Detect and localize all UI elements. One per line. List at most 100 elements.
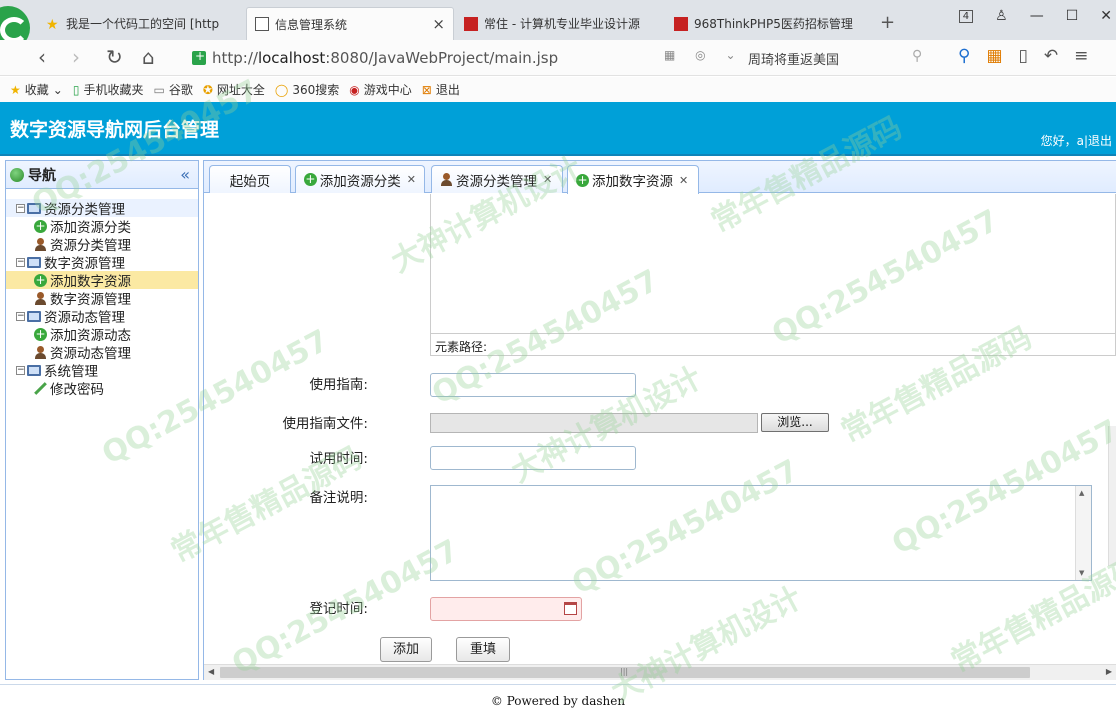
tab-home[interactable]: 起始页: [209, 165, 291, 193]
search-icon[interactable]: ⚲: [912, 48, 922, 64]
trial-time-input[interactable]: [430, 446, 636, 470]
textarea-scrollbar[interactable]: ▲ ▼: [1075, 486, 1091, 580]
phone-icon[interactable]: ▯: [1019, 46, 1028, 66]
reg-time-label: 登记时间:: [309, 601, 368, 617]
star-icon: ★: [46, 16, 59, 33]
maximize-icon[interactable]: ☐: [1066, 8, 1079, 24]
browser-tab-1[interactable]: ★ 我是一个代码工的空间 [http: [38, 7, 244, 40]
tree-item-add-category[interactable]: + 添加资源分类: [6, 217, 198, 236]
tree-group-category[interactable]: − 资源分类管理: [6, 199, 198, 218]
tree-group-system[interactable]: − 系统管理: [6, 361, 198, 380]
tab-add-resource[interactable]: + 添加数字资源 ✕: [567, 165, 699, 194]
close-icon[interactable]: ×: [424, 15, 445, 33]
scroll-down-icon[interactable]: ▼: [1079, 569, 1084, 577]
scroll-right-icon[interactable]: ▶: [1106, 667, 1112, 676]
qr-code-icon[interactable]: ▦ ◎ ⌄: [664, 48, 744, 62]
computer-icon: [27, 202, 41, 214]
editor-element-path: 元素路径:: [430, 334, 1116, 356]
pencil-icon: [34, 382, 47, 395]
tab-close-icon[interactable]: ✕: [543, 173, 552, 186]
add-icon: +: [304, 172, 317, 186]
tab-close-icon[interactable]: ✕: [679, 174, 688, 187]
guide-input[interactable]: [430, 373, 636, 397]
shield-icon: [192, 49, 206, 65]
tree-item-add-news[interactable]: + 添加资源动态: [6, 325, 198, 344]
user-icon: [440, 173, 453, 186]
horizontal-scrollbar[interactable]: ◀ ||| ▶: [204, 664, 1116, 680]
browser-tab-4[interactable]: 968ThinkPHP5医药招标管理: [666, 7, 872, 40]
sidebar: 导航 « − 资源分类管理 + 添加资源分类 资源分类管理 − 数字资源管理 +…: [5, 160, 199, 680]
guide-file-path[interactable]: [430, 413, 758, 433]
phone-icon: ▯: [72, 82, 80, 97]
bookmark-game-center[interactable]: ◉ 游戏中心: [349, 81, 412, 98]
tab-count-badge[interactable]: 4: [958, 9, 974, 23]
tab-manage-category[interactable]: 资源分类管理 ✕: [431, 165, 563, 193]
calendar-icon[interactable]: [564, 602, 577, 615]
add-icon: +: [576, 172, 589, 187]
address-toolbar: ‹ › ↻ ⌂ http://localhost:8080/JavaWebPro…: [0, 40, 1116, 76]
collapse-toggle-icon[interactable]: −: [16, 203, 25, 213]
reg-time-input[interactable]: [430, 597, 582, 621]
search-ring-icon: ◯: [274, 82, 289, 97]
shirt-icon[interactable]: ♙: [995, 8, 1008, 24]
browser-tab-strip: ★ 我是一个代码工的空间 [http 信息管理系统 × 常住 - 计算机专业毕业…: [0, 0, 1116, 50]
vertical-scrollbar[interactable]: [1108, 426, 1116, 566]
main-panel: 起始页 + 添加资源分类 ✕ 资源分类管理 ✕ + 添加数字资源 ✕ 元素路径:…: [203, 160, 1116, 680]
add-icon: +: [34, 218, 47, 233]
tree-item-add-resource[interactable]: + 添加数字资源: [6, 271, 198, 290]
app-title: 数字资源导航网后台管理: [10, 119, 220, 141]
remark-textarea[interactable]: ▲ ▼: [430, 485, 1092, 581]
browse-button[interactable]: 浏览...: [761, 413, 829, 432]
tree-group-digital-resource[interactable]: − 数字资源管理: [6, 253, 198, 272]
star-icon: ★: [10, 82, 21, 97]
tree-item-manage-resource[interactable]: 数字资源管理: [6, 289, 198, 308]
collapse-toggle-icon[interactable]: −: [16, 365, 25, 375]
bookmark-favorites[interactable]: ★ 收藏 ⌄: [10, 81, 63, 98]
refresh-icon[interactable]: ↻: [106, 46, 123, 68]
window-close-icon[interactable]: ✕: [1100, 8, 1112, 24]
tab-close-icon[interactable]: ✕: [407, 173, 416, 186]
new-tab-icon[interactable]: +: [880, 12, 895, 33]
page-frame-icon: [255, 17, 269, 31]
guide-file-label: 使用指南文件:: [282, 416, 368, 432]
scroll-thumb[interactable]: |||: [220, 667, 1030, 678]
add-button[interactable]: 添加: [380, 637, 432, 662]
user-greeting-logout[interactable]: 您好，a|退出: [1041, 132, 1112, 149]
browser-tab-3[interactable]: 常住 - 计算机专业毕业设计源: [456, 7, 662, 40]
bookmark-directory[interactable]: ✪ 网址大全: [203, 81, 265, 98]
minimize-icon[interactable]: —: [1030, 8, 1044, 24]
reset-button[interactable]: 重填: [456, 637, 510, 662]
footer: © Powered by dashen: [0, 684, 1116, 720]
magnifier-icon[interactable]: ⚲: [958, 46, 970, 66]
computer-icon: [27, 364, 41, 376]
collapse-toggle-icon[interactable]: −: [16, 311, 25, 321]
collapse-toggle-icon[interactable]: −: [16, 257, 25, 267]
forward-icon[interactable]: ›: [72, 46, 80, 68]
search-suggestion[interactable]: 周琦将重返美国: [748, 49, 839, 68]
rich-text-editor[interactable]: [430, 194, 1116, 334]
bookmark-360-search[interactable]: ◯ 360搜索: [275, 81, 339, 98]
app-header: 数字资源导航网后台管理 您好，a|退出: [0, 102, 1116, 156]
tree-item-manage-category[interactable]: 资源分类管理: [6, 235, 198, 254]
scroll-up-icon[interactable]: ▲: [1079, 489, 1084, 497]
add-icon: +: [34, 272, 47, 287]
apps-grid-icon[interactable]: ▦: [986, 46, 1002, 66]
tab-add-category[interactable]: + 添加资源分类 ✕: [295, 165, 425, 193]
bookmark-exit[interactable]: ⊠ 退出: [422, 81, 460, 98]
globe-icon: [10, 167, 24, 182]
compass-icon: ✪: [202, 82, 213, 97]
browser-tab-2[interactable]: 信息管理系统 ×: [246, 7, 454, 40]
tree-group-resource-news[interactable]: − 资源动态管理: [6, 307, 198, 326]
url-text[interactable]: http://localhost:8080/JavaWebProject/mai…: [212, 49, 558, 67]
bookmark-google[interactable]: ▭ 谷歌: [153, 81, 192, 98]
scroll-left-icon[interactable]: ◀: [208, 667, 214, 676]
collapse-icon[interactable]: «: [180, 165, 190, 184]
bookmark-mobile[interactable]: ▯ 手机收藏夹: [73, 81, 144, 98]
home-icon[interactable]: ⌂: [142, 46, 155, 68]
tree-item-change-password[interactable]: 修改密码: [6, 379, 198, 398]
back-icon[interactable]: ‹: [38, 46, 46, 68]
tree-item-manage-news[interactable]: 资源动态管理: [6, 343, 198, 362]
user-icon: [34, 345, 47, 359]
undo-icon[interactable]: ↶: [1044, 46, 1058, 66]
menu-icon[interactable]: ≡: [1074, 46, 1088, 66]
